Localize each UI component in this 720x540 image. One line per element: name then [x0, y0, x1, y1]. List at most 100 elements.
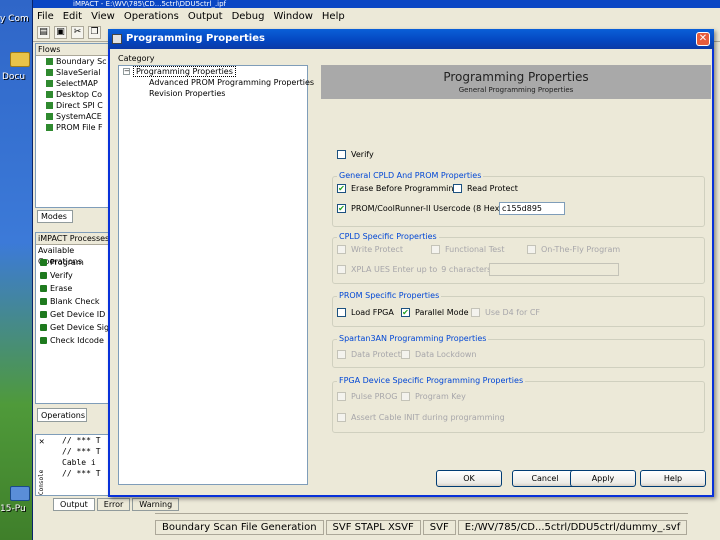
- flows-panel: Flows Boundary Sc SlaveSerial SelectMAP …: [35, 43, 111, 208]
- data-protect-label: Data Protect: [351, 350, 401, 359]
- write-protect-checkbox: [337, 245, 346, 254]
- flow-item[interactable]: PROM File F: [36, 122, 110, 133]
- console-line: // *** T: [62, 436, 101, 445]
- cut-icon[interactable]: ✂: [71, 26, 84, 39]
- programming-properties-dialog: Programming Properties ✕ Category − Progr…: [108, 29, 714, 497]
- menu-debug[interactable]: Debug: [232, 11, 265, 22]
- flow-icon: [46, 113, 53, 120]
- status-type: SVF: [422, 519, 456, 535]
- close-icon[interactable]: ✕: [696, 32, 710, 46]
- save-icon[interactable]: ▣: [54, 26, 67, 39]
- desktop-label-my-computer[interactable]: y Com: [0, 14, 29, 24]
- cancel-button[interactable]: Cancel: [512, 470, 578, 487]
- load-fpga-checkbox[interactable]: [337, 308, 346, 317]
- flow-icon: [46, 124, 53, 131]
- data-protect-row: Data Protect: [337, 350, 401, 359]
- process-item[interactable]: Blank Check: [36, 295, 110, 308]
- tree-item-programming-properties[interactable]: − Programming Properties: [119, 66, 307, 77]
- menu-operations[interactable]: Operations: [124, 11, 179, 22]
- usercode-input[interactable]: c155d895: [499, 202, 565, 215]
- tab-output[interactable]: Output: [53, 498, 95, 511]
- process-label: Get Device ID: [50, 310, 106, 319]
- folder-icon[interactable]: [10, 52, 30, 67]
- flow-item-label: Direct SPI C: [56, 101, 103, 110]
- use-d4-checkbox: [471, 308, 480, 317]
- menu-edit[interactable]: Edit: [63, 11, 82, 22]
- group-cpld-specific: CPLD Specific Properties Write Protect F…: [332, 232, 705, 284]
- menu-window[interactable]: Window: [273, 11, 312, 22]
- desktop-shortcut-icon[interactable]: [10, 486, 30, 501]
- on-the-fly-label: On-The-Fly Program: [541, 245, 621, 254]
- process-item[interactable]: Check Idcode: [36, 334, 110, 347]
- flow-item[interactable]: Boundary Sc: [36, 56, 110, 67]
- process-item[interactable]: Verify: [36, 269, 110, 282]
- group-label: PROM Specific Properties: [337, 291, 442, 300]
- dialog-title: Programming Properties: [126, 33, 265, 44]
- copy-icon[interactable]: ❐: [88, 26, 101, 39]
- parallel-mode-row[interactable]: ✔ Parallel Mode: [401, 308, 469, 317]
- ok-button[interactable]: OK: [436, 470, 502, 487]
- flow-item[interactable]: SlaveSerial: [36, 67, 110, 78]
- menu-output[interactable]: Output: [188, 11, 223, 22]
- close-icon[interactable]: ✕: [39, 437, 44, 447]
- flow-item[interactable]: SystemACE: [36, 111, 110, 122]
- menu-file[interactable]: File: [37, 11, 54, 22]
- tab-modes[interactable]: Modes: [37, 210, 73, 223]
- process-item[interactable]: Erase: [36, 282, 110, 295]
- collapse-icon[interactable]: −: [123, 68, 130, 75]
- on-the-fly-checkbox: [527, 245, 536, 254]
- data-lockdown-checkbox: [401, 350, 410, 359]
- usercode-checkbox[interactable]: ✔: [337, 204, 346, 213]
- tab-warning[interactable]: Warning: [132, 498, 180, 511]
- load-fpga-row[interactable]: Load FPGA: [337, 308, 394, 317]
- flow-icon: [46, 80, 53, 87]
- data-protect-checkbox: [337, 350, 346, 359]
- group-label: CPLD Specific Properties: [337, 232, 439, 241]
- group-label: General CPLD And PROM Properties: [337, 171, 484, 180]
- app-menubar: File Edit View Operations Output Debug W…: [33, 8, 720, 24]
- open-icon[interactable]: ▤: [37, 26, 50, 39]
- process-item[interactable]: Get Device ID: [36, 308, 110, 321]
- flow-icon: [46, 102, 53, 109]
- flow-item[interactable]: Desktop Co: [36, 89, 110, 100]
- apply-button[interactable]: Apply: [570, 470, 636, 487]
- write-protect-row: Write Protect: [337, 245, 403, 254]
- process-item[interactable]: Get Device Sign: [36, 321, 110, 334]
- erase-before-programming-row[interactable]: ✔ Erase Before Programming: [337, 184, 459, 193]
- help-button[interactable]: Help: [640, 470, 706, 487]
- dialog-title-bar[interactable]: Programming Properties ✕: [108, 29, 714, 49]
- read-protect-checkbox[interactable]: [453, 184, 462, 193]
- header-subtitle: General Programming Properties: [458, 86, 574, 94]
- program-key-label: Program Key: [415, 392, 466, 401]
- process-label: Get Device Sign: [50, 323, 111, 332]
- flow-icon: [46, 58, 53, 65]
- write-protect-label: Write Protect: [351, 245, 403, 254]
- desktop-label-shortcut[interactable]: 15-Pu: [0, 504, 26, 514]
- read-protect-label: Read Protect: [467, 184, 518, 193]
- functional-test-row: Functional Test: [431, 245, 504, 254]
- console-line: // *** T: [62, 469, 101, 478]
- tab-error[interactable]: Error: [96, 498, 131, 511]
- menu-help[interactable]: Help: [322, 11, 345, 22]
- menu-view[interactable]: View: [91, 11, 115, 22]
- desktop-label-documents[interactable]: Docu: [2, 72, 25, 82]
- assert-init-row: Assert Cable INIT during programming: [337, 413, 505, 422]
- xpla-ues-row: XPLA UES Enter up to 9 characters: [337, 265, 491, 274]
- category-tree: − Programming Properties Advanced PROM Pr…: [118, 65, 314, 485]
- group-spartan3an: Spartan3AN Programming Properties Data P…: [332, 334, 705, 368]
- erase-before-programming-checkbox[interactable]: ✔: [337, 184, 346, 193]
- tree-item-revision-properties[interactable]: Revision Properties: [119, 88, 307, 99]
- verify-checkbox[interactable]: [337, 150, 346, 159]
- program-key-row: Program Key: [401, 392, 466, 401]
- process-icon: [40, 285, 47, 292]
- xpla-ues-checkbox: [337, 265, 346, 274]
- parallel-mode-checkbox[interactable]: ✔: [401, 308, 410, 317]
- tree-item-advanced-prom[interactable]: Advanced PROM Programming Properties: [119, 77, 314, 88]
- flow-item[interactable]: SelectMAP: [36, 78, 110, 89]
- verify-checkbox-row[interactable]: Verify: [337, 150, 374, 159]
- flow-item[interactable]: Direct SPI C: [36, 100, 110, 111]
- process-label: Verify: [50, 271, 73, 280]
- tab-operations[interactable]: Operations: [37, 408, 87, 422]
- group-cpld-prom: General CPLD And PROM Properties ✔ Erase …: [332, 171, 705, 227]
- read-protect-row[interactable]: Read Protect: [453, 184, 518, 193]
